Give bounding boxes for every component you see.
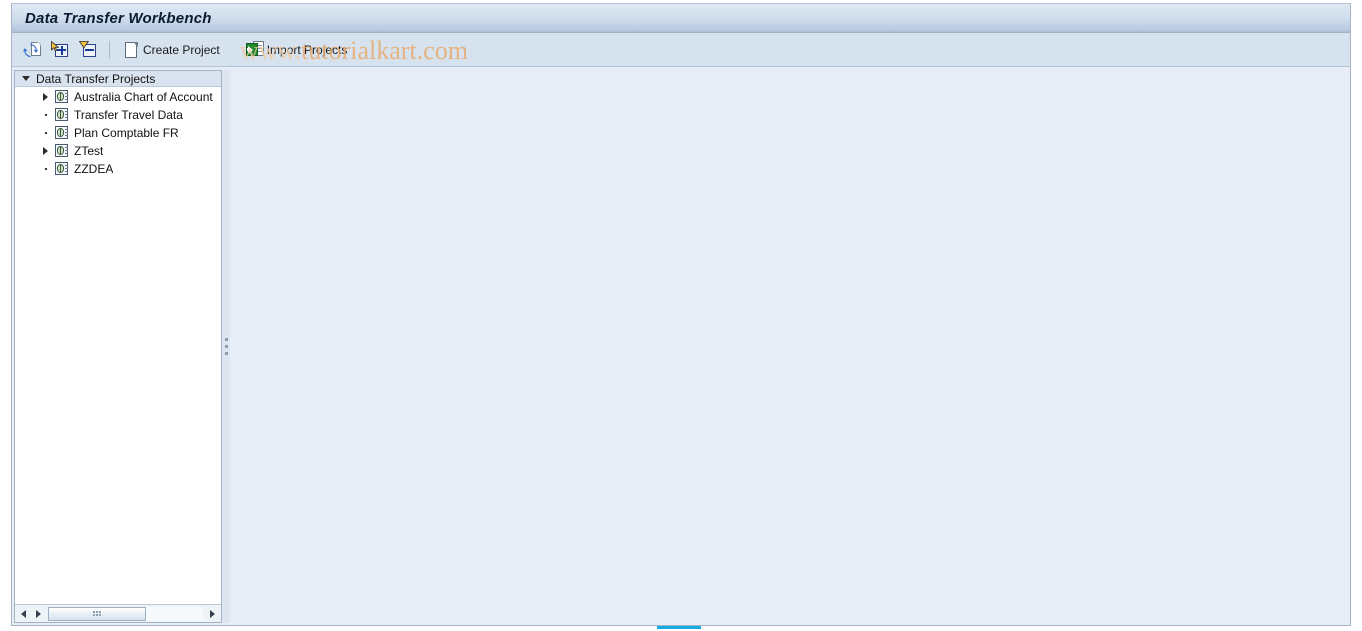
panel-splitter[interactable] (222, 70, 230, 623)
project-icon (55, 108, 69, 122)
tree-node-plan-comptable-fr[interactable]: Plan Comptable FR (15, 124, 221, 142)
tree-node-label: ZZDEA (74, 162, 114, 176)
grip-dots-icon (92, 611, 101, 616)
tree-node-label: Plan Comptable FR (74, 126, 179, 140)
leaf-dot-icon (43, 168, 55, 170)
collapse-all-button[interactable] (74, 36, 102, 64)
tree-node-ztest[interactable]: ZTest (15, 142, 221, 160)
new-document-icon (122, 41, 140, 59)
arrow-right-icon-far[interactable] (205, 606, 220, 621)
tree-node-label: ZTest (74, 144, 104, 158)
caret-right-icon[interactable] (43, 93, 55, 101)
tree-horizontal-scrollbar[interactable] (15, 605, 221, 622)
leaf-dot-icon (43, 114, 55, 116)
page-title: Data Transfer Workbench (25, 9, 212, 27)
tree-node-label: Australia Chart of Account (74, 90, 213, 104)
tree-node-label: Transfer Travel Data (74, 108, 183, 122)
main-content-pane (230, 70, 1348, 623)
tree-node-transfer-travel-data[interactable]: Transfer Travel Data (15, 106, 221, 124)
caret-right-icon[interactable] (43, 147, 55, 155)
main-toolbar: Create Project Import Projects (12, 33, 1350, 67)
scrollbar-thumb[interactable] (48, 606, 146, 621)
tree-root-header[interactable]: Data Transfer Projects (15, 71, 221, 87)
work-area: Data Transfer Projects Australia Chart o… (12, 67, 1350, 625)
leaf-dot-icon (43, 132, 55, 134)
import-projects-button[interactable]: Import Projects (241, 36, 355, 64)
arrow-right-icon[interactable] (31, 606, 46, 621)
create-project-label: Create Project (143, 42, 220, 57)
expand-all-button[interactable] (46, 36, 74, 64)
import-projects-label: Import Projects (266, 42, 348, 57)
window-title-bar: Data Transfer Workbench (12, 4, 1350, 33)
tree-root-label: Data Transfer Projects (36, 71, 156, 86)
caret-down-icon[interactable] (22, 76, 30, 81)
project-tree-panel: Data Transfer Projects Australia Chart o… (14, 70, 222, 623)
arrow-left-icon[interactable] (16, 606, 31, 621)
data-transfer-workbench-window: Data Transfer Workbench Create Project I… (11, 3, 1351, 626)
tree-node-australia-chart-of-account[interactable]: Australia Chart of Account (15, 88, 221, 106)
project-icon (55, 162, 69, 176)
status-accent-bar (657, 626, 701, 629)
collapse-all-icon (79, 40, 97, 59)
expand-all-icon (51, 40, 69, 59)
project-icon (55, 126, 69, 140)
grip-dots-icon (224, 338, 228, 355)
refresh-icon (23, 41, 41, 59)
create-project-button[interactable]: Create Project (117, 36, 227, 64)
project-icon (55, 144, 69, 158)
refresh-button[interactable] (18, 36, 46, 64)
project-icon (55, 90, 69, 104)
scrollbar-track[interactable] (48, 606, 203, 621)
tree-node-list: Australia Chart of Account Transfer Trav… (15, 87, 221, 605)
import-icon (245, 40, 264, 59)
toolbar-separator (109, 40, 110, 59)
tree-node-zzdea[interactable]: ZZDEA (15, 160, 221, 178)
